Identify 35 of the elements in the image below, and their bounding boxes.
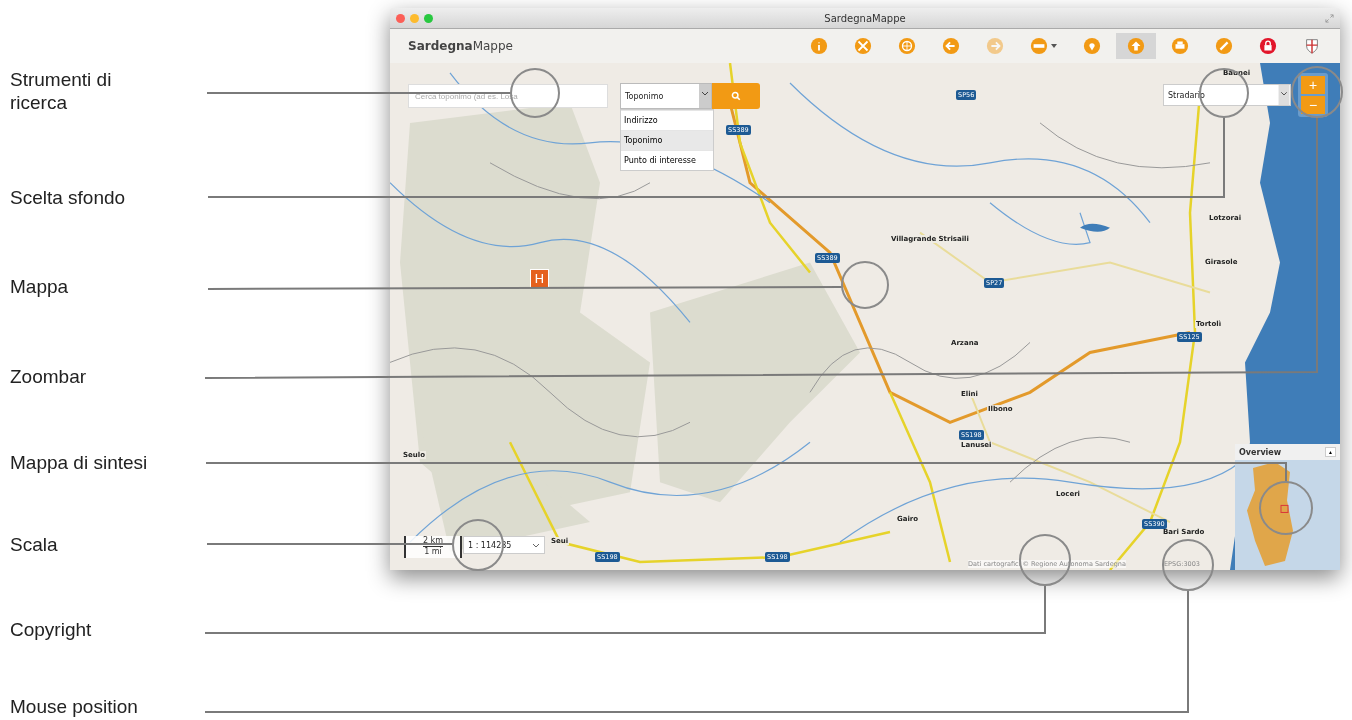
basemap-dropdown[interactable]: Stradario	[1163, 84, 1291, 106]
info-icon	[810, 37, 828, 55]
callout-label: Copyright	[10, 618, 93, 641]
printer-icon	[1171, 37, 1189, 55]
callout-label: Zoombar	[10, 365, 88, 388]
highlight-circle	[841, 261, 889, 309]
caret-icon	[1278, 85, 1290, 105]
callout-label: Mouse position	[10, 695, 139, 718]
highlight-circle	[1259, 481, 1313, 535]
search-button[interactable]	[712, 83, 760, 109]
overview-title: Overview	[1239, 447, 1282, 457]
pin-icon	[1083, 37, 1101, 55]
caret-icon	[532, 542, 540, 548]
highlight-circle	[1291, 66, 1343, 118]
callout-label: Mappa di sintesi	[10, 451, 149, 474]
dropdown-option[interactable]: Punto di interesse	[621, 150, 713, 170]
toolbar-button[interactable]	[1116, 33, 1156, 59]
callout-label: Scelta sfondo	[10, 186, 127, 209]
minimize-icon[interactable]	[410, 13, 419, 23]
app-logo: SardegnaMappe	[408, 39, 513, 53]
callout-label: Scala	[10, 533, 59, 556]
callout-label: Strumenti di ricerca	[10, 68, 113, 114]
close-icon[interactable]	[396, 13, 405, 23]
fullscreen-icon[interactable]	[1325, 13, 1334, 23]
scale-km: 2 km	[422, 536, 444, 547]
crest-icon	[1303, 37, 1321, 55]
lock-icon	[1259, 37, 1277, 55]
zoom-window-icon[interactable]	[424, 13, 433, 23]
search-type-dropdown[interactable]: Toponimo	[620, 83, 712, 109]
search-icon	[731, 91, 741, 101]
dropdown-option[interactable]: Toponimo	[621, 130, 713, 150]
window-title: SardegnaMappe	[824, 12, 906, 24]
callout-label: Mappa	[10, 275, 70, 298]
scale-mi: 1 mi	[424, 547, 442, 557]
highlight-circle	[1162, 539, 1214, 591]
